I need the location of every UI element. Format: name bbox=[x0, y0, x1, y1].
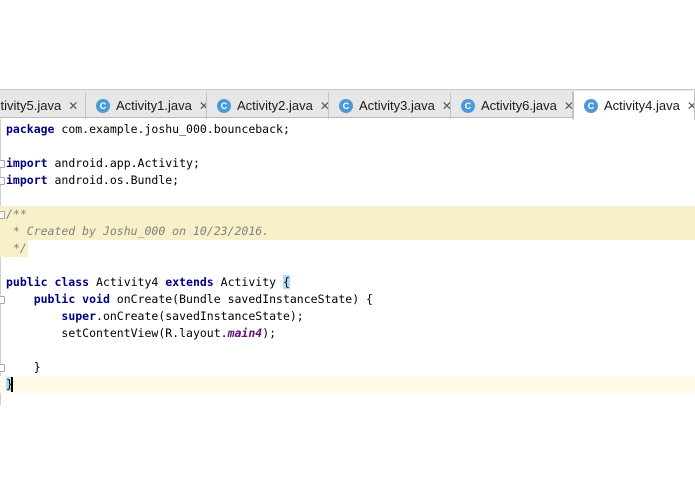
code-line: public void onCreate(Bundle savedInstanc… bbox=[0, 291, 695, 308]
close-icon[interactable]: ✕ bbox=[320, 99, 328, 113]
keyword: package bbox=[6, 122, 55, 136]
editor-tab-bar: ctivity5.java ✕ C Activity1.java ✕ C Act… bbox=[0, 89, 695, 120]
doc-comment-line: /** bbox=[0, 206, 695, 223]
class-icon: C bbox=[217, 98, 231, 113]
class-icon: C bbox=[96, 98, 110, 113]
fold-icon[interactable] bbox=[0, 160, 5, 168]
doc-comment: */ bbox=[6, 241, 27, 255]
tab-label: ctivity5.java bbox=[0, 98, 62, 113]
code-line: setContentView(R.layout.main4); bbox=[0, 325, 695, 342]
keyword: public void bbox=[33, 292, 110, 306]
code-text: ); bbox=[262, 326, 277, 340]
current-line: } bbox=[0, 376, 695, 393]
code-text: .onCreate(savedInstanceState); bbox=[96, 309, 304, 323]
tab-label: Activity3.java bbox=[359, 98, 435, 113]
close-icon[interactable]: ✕ bbox=[442, 99, 450, 113]
tab-activity5[interactable]: ctivity5.java ✕ bbox=[0, 92, 86, 119]
tab-activity2[interactable]: C Activity2.java ✕ bbox=[207, 92, 329, 119]
code-line: import android.app.Activity; bbox=[0, 155, 695, 172]
close-icon[interactable]: ✕ bbox=[687, 99, 694, 113]
matched-brace: { bbox=[282, 275, 290, 289]
code-text: setContentView(R.layout. bbox=[61, 326, 228, 340]
close-icon[interactable]: ✕ bbox=[564, 99, 572, 113]
keyword: import bbox=[6, 173, 48, 187]
tab-activity4[interactable]: C Activity4.java ✕ bbox=[573, 91, 695, 120]
doc-comment: /** bbox=[6, 207, 27, 221]
code-line: } bbox=[0, 359, 695, 376]
fold-icon[interactable] bbox=[0, 211, 5, 219]
code-text: android.app.Activity; bbox=[47, 156, 200, 170]
code-text: com.example.joshu_000.bounceback; bbox=[54, 122, 290, 136]
keyword: import bbox=[6, 156, 48, 170]
doc-comment-line: */ bbox=[0, 240, 695, 257]
tab-activity6[interactable]: C Activity6.java ✕ bbox=[451, 92, 573, 119]
code-text: Activity4 bbox=[89, 275, 166, 289]
tab-activity1[interactable]: C Activity1.java ✕ bbox=[86, 92, 207, 119]
close-icon[interactable]: ✕ bbox=[68, 99, 78, 113]
tab-label: Activity6.java bbox=[481, 98, 557, 113]
tab-activity3[interactable]: C Activity3.java ✕ bbox=[329, 92, 451, 119]
code-line: super.onCreate(savedInstanceState); bbox=[0, 308, 695, 325]
keyword: public class bbox=[6, 275, 90, 289]
text-caret bbox=[11, 377, 13, 392]
field-reference: main4 bbox=[227, 326, 263, 340]
tab-label: Activity2.java bbox=[237, 98, 313, 113]
code-text: onCreate(Bundle savedInstanceState) { bbox=[109, 292, 373, 306]
code-line: public class Activity4 extends Activity … bbox=[0, 274, 695, 291]
code-text: } bbox=[6, 360, 41, 374]
fold-icon[interactable] bbox=[0, 296, 5, 304]
code-line: import android.os.Bundle; bbox=[0, 172, 695, 189]
tab-label: Activity4.java bbox=[604, 98, 680, 113]
class-icon: C bbox=[461, 98, 475, 113]
keyword: extends bbox=[165, 275, 214, 289]
class-icon: C bbox=[584, 98, 598, 113]
keyword: super bbox=[61, 309, 97, 323]
doc-comment-line: * Created by Joshu_000 on 10/23/2016. bbox=[0, 223, 695, 240]
class-icon: C bbox=[339, 98, 353, 113]
fold-icon[interactable] bbox=[0, 177, 5, 185]
code-text: android.os.Bundle; bbox=[47, 173, 180, 187]
code-line: package com.example.joshu_000.bounceback… bbox=[0, 121, 695, 138]
code-editor[interactable]: ctivity5.java ✕ C Activity1.java ✕ C Act… bbox=[0, 89, 695, 405]
doc-comment: * Created by Joshu_000 on 10/23/2016. bbox=[6, 224, 270, 238]
close-icon[interactable]: ✕ bbox=[199, 99, 206, 113]
tab-label: Activity1.java bbox=[116, 98, 192, 113]
code-text: Activity bbox=[213, 275, 283, 289]
fold-icon[interactable] bbox=[0, 364, 5, 372]
